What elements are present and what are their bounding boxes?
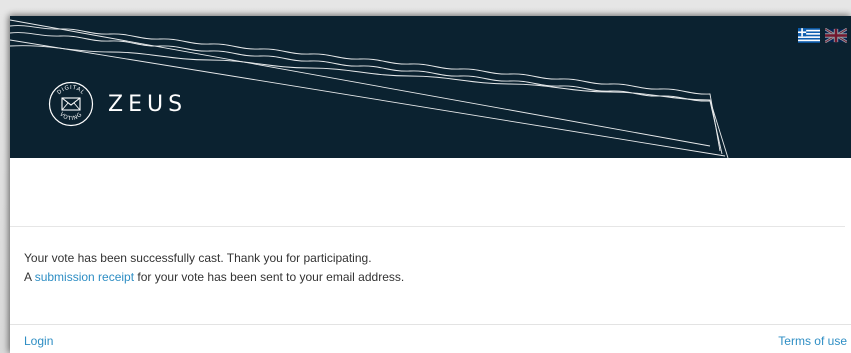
submission-receipt-link[interactable]: submission receipt [35, 270, 134, 284]
badge-bottom-text: VOTING [58, 112, 83, 123]
svg-text:VOTING: VOTING [58, 112, 84, 123]
greek-flag-icon[interactable] [798, 28, 820, 43]
receipt-suffix: for your vote has been sent to your emai… [134, 270, 405, 284]
receipt-line: A submission receipt for your vote has b… [24, 268, 404, 287]
content-divider [10, 226, 845, 227]
uk-flag-icon[interactable] [825, 28, 847, 43]
footer-divider [10, 324, 851, 325]
terms-of-use-link[interactable]: Terms of use [778, 334, 847, 348]
header-banner: DIGITAL VOTING ZEUS [10, 16, 851, 158]
logo-text: ZEUS [108, 91, 188, 117]
envelope-badge-icon: DIGITAL VOTING [48, 81, 94, 127]
language-switcher [798, 28, 847, 43]
zeus-logo[interactable]: DIGITAL VOTING ZEUS [48, 81, 187, 127]
svg-text:DIGITAL: DIGITAL [56, 85, 86, 96]
confirmation-line: Your vote has been successfully cast. Th… [24, 251, 372, 265]
vote-confirmation-message: Your vote has been successfully cast. Th… [24, 249, 404, 287]
badge-top-text: DIGITAL [56, 85, 85, 96]
receipt-prefix: A [24, 270, 35, 284]
page: DIGITAL VOTING ZEUS Your vote has been s… [10, 16, 851, 353]
login-link[interactable]: Login [24, 334, 53, 348]
